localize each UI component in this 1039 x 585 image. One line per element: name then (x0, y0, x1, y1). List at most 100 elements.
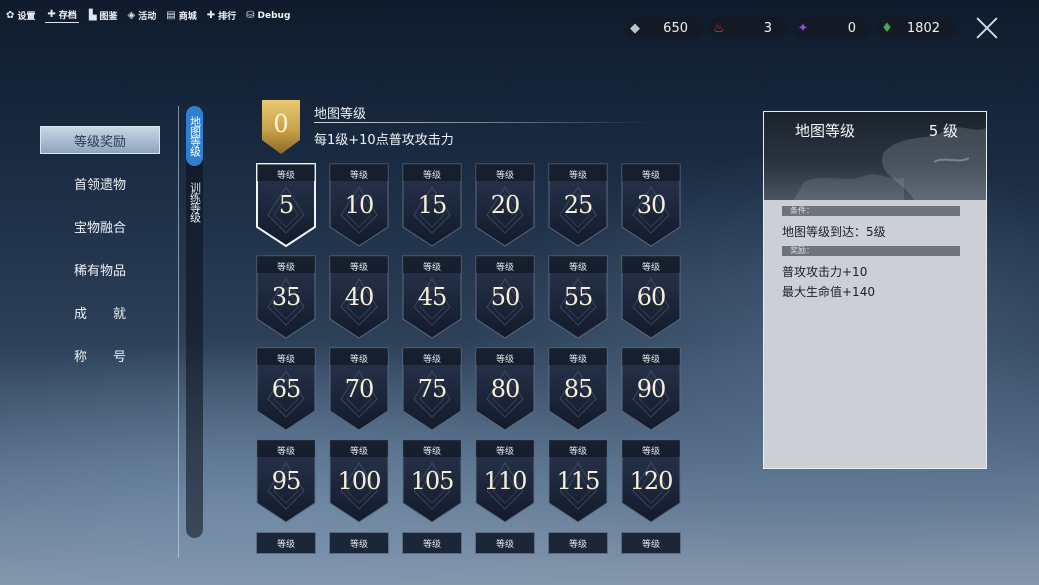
menu-codex[interactable]: ▙ 图鉴 (89, 8, 118, 23)
menu-ranking[interactable]: ✚ 排行 (207, 8, 236, 23)
currency-value: 3 (763, 20, 772, 36)
level-badge-partial[interactable]: 等级 (402, 532, 462, 554)
menu-label: 商城 (178, 12, 197, 22)
badge-label: 等级 (641, 263, 660, 273)
header-title: 地图等级 (314, 107, 367, 122)
badge-level-value: 50 (490, 283, 521, 311)
nav-achievements[interactable]: 成 就 (40, 298, 160, 326)
menu-settings[interactable]: ✿ 设置 (6, 8, 35, 23)
nav-treasure-fusion[interactable]: 宝物融合 (40, 212, 160, 240)
currency-purple-gem: ✦ 0 (792, 17, 872, 39)
level-badge[interactable]: 等级 100 (329, 439, 389, 523)
badge-label: 等级 (422, 171, 441, 181)
badge-level-value: 85 (563, 375, 594, 403)
silver-currency-icon: ◆ (630, 20, 640, 36)
level-badge[interactable]: 等级 95 (256, 439, 316, 523)
menu-label: 存档 (58, 11, 77, 21)
badge-level-value: 25 (563, 191, 594, 219)
condition-header: 条件： (782, 206, 960, 216)
tab-map-level[interactable]: 地图等级 (186, 106, 203, 166)
level-badge[interactable]: 等级 110 (475, 439, 535, 523)
menu-debug[interactable]: ⛁ Debug (246, 8, 290, 23)
level-badge[interactable]: 等级 70 (329, 347, 389, 431)
badge-label: 等级 (276, 355, 295, 365)
badge-label: 等级 (422, 355, 441, 365)
purple-gem-currency-icon: ✦ (797, 20, 809, 36)
menu-label: 设置 (17, 12, 36, 22)
badge-label: 等级 (349, 355, 368, 365)
level-badge[interactable]: 等级 60 (621, 255, 681, 339)
level-badge[interactable]: 等级 80 (475, 347, 535, 431)
badge-label: 等级 (568, 447, 587, 457)
badge-level-value: 55 (563, 283, 594, 311)
level-badge[interactable]: 等级 25 (548, 163, 608, 247)
menu-label: 图鉴 (99, 12, 118, 22)
badge-level-value: 20 (490, 191, 521, 219)
level-badge[interactable]: 等级 30 (621, 163, 681, 247)
level-badge[interactable]: 等级 35 (256, 255, 316, 339)
badge-level-value: 75 (417, 375, 448, 403)
level-badge[interactable]: 等级 50 (475, 255, 535, 339)
badge-level-value: 105 (410, 467, 455, 495)
badge-level-value: 10 (344, 191, 375, 219)
badge-label: 等级 (276, 171, 295, 181)
badge-label: 等级 (422, 263, 441, 273)
badge-level-value: 80 (490, 375, 521, 403)
level-badge[interactable]: 等级 85 (548, 347, 608, 431)
currency-value: 0 (847, 20, 856, 36)
nav-boss-relics[interactable]: 首领遗物 (40, 169, 160, 197)
badge-level-value: 65 (271, 375, 302, 403)
level-badge[interactable]: 等级 115 (548, 439, 608, 523)
badge-label: 等级 (568, 171, 587, 181)
header-divider (314, 122, 654, 123)
badge-level-value: 15 (417, 191, 448, 219)
badge-label: 等级 (349, 447, 368, 457)
currency-fire: ♨ 3 (708, 17, 788, 39)
top-menu: ✿ 设置 ✚ 存档 ▙ 图鉴 ◈ 活动 ▤ 商城 ✚ 排行 ⛁ Debug (6, 8, 290, 23)
level-badge-partial[interactable]: 等级 (621, 532, 681, 554)
level-badge[interactable]: 等级 45 (402, 255, 462, 339)
vertical-tab-track (186, 106, 203, 538)
level-badge[interactable]: 等级 90 (621, 347, 681, 431)
currency-value: 1802 (906, 20, 940, 36)
level-badge-partial[interactable]: 等级 (475, 532, 535, 554)
badge-label: 等级 (495, 171, 514, 181)
level-badge[interactable]: 等级 5 (256, 163, 316, 247)
badge-level-value: 100 (337, 467, 382, 495)
level-badge-partial[interactable]: 等级 (329, 532, 389, 554)
detail-panel: 地图等级 5 级 条件： 地图等级到达：5级 奖励： 普攻攻击力+10 最大生命… (763, 111, 987, 469)
shop-icon: ▤ (166, 10, 176, 21)
badge-label: 等级 (349, 171, 368, 181)
nav-titles[interactable]: 称 号 (40, 341, 160, 369)
header-description: 每1级+10点普攻攻击力 (314, 133, 454, 148)
detail-title: 地图等级 (795, 122, 856, 140)
badge-level-value: 120 (629, 467, 674, 495)
badge-level-value: 5 (278, 191, 294, 219)
badge-label: 等级 (641, 447, 660, 457)
level-badge[interactable]: 等级 20 (475, 163, 535, 247)
nav-rare-items[interactable]: 稀有物品 (40, 255, 160, 283)
badge-level-value: 40 (344, 283, 375, 311)
close-icon[interactable] (975, 16, 999, 40)
level-badge[interactable]: 等级 15 (402, 163, 462, 247)
reward-text: 普攻攻击力+10 (782, 265, 868, 279)
level-badge[interactable]: 等级 120 (621, 439, 681, 523)
nav-level-rewards[interactable]: 等级奖励 (40, 126, 160, 154)
badge-level-value: 45 (417, 283, 448, 311)
badge-label: 等级 (276, 447, 295, 457)
level-badge[interactable]: 等级 10 (329, 163, 389, 247)
badge-level-value: 30 (636, 191, 667, 219)
level-badge[interactable]: 等级 75 (402, 347, 462, 431)
level-badge[interactable]: 等级 55 (548, 255, 608, 339)
level-badge[interactable]: 等级 105 (402, 439, 462, 523)
level-badge[interactable]: 等级 65 (256, 347, 316, 431)
level-badge[interactable]: 等级 40 (329, 255, 389, 339)
menu-events[interactable]: ◈ 活动 (128, 8, 157, 23)
badge-label: 等级 (422, 447, 441, 457)
level-badge-partial[interactable]: 等级 (548, 532, 608, 554)
menu-shop[interactable]: ▤ 商城 (166, 8, 196, 23)
tab-training-level[interactable]: 训练等级 (186, 176, 203, 228)
level-badge-partial[interactable]: 等级 (256, 532, 316, 554)
badge-level-value: 70 (344, 375, 375, 403)
menu-save[interactable]: ✚ 存档 (45, 8, 79, 23)
